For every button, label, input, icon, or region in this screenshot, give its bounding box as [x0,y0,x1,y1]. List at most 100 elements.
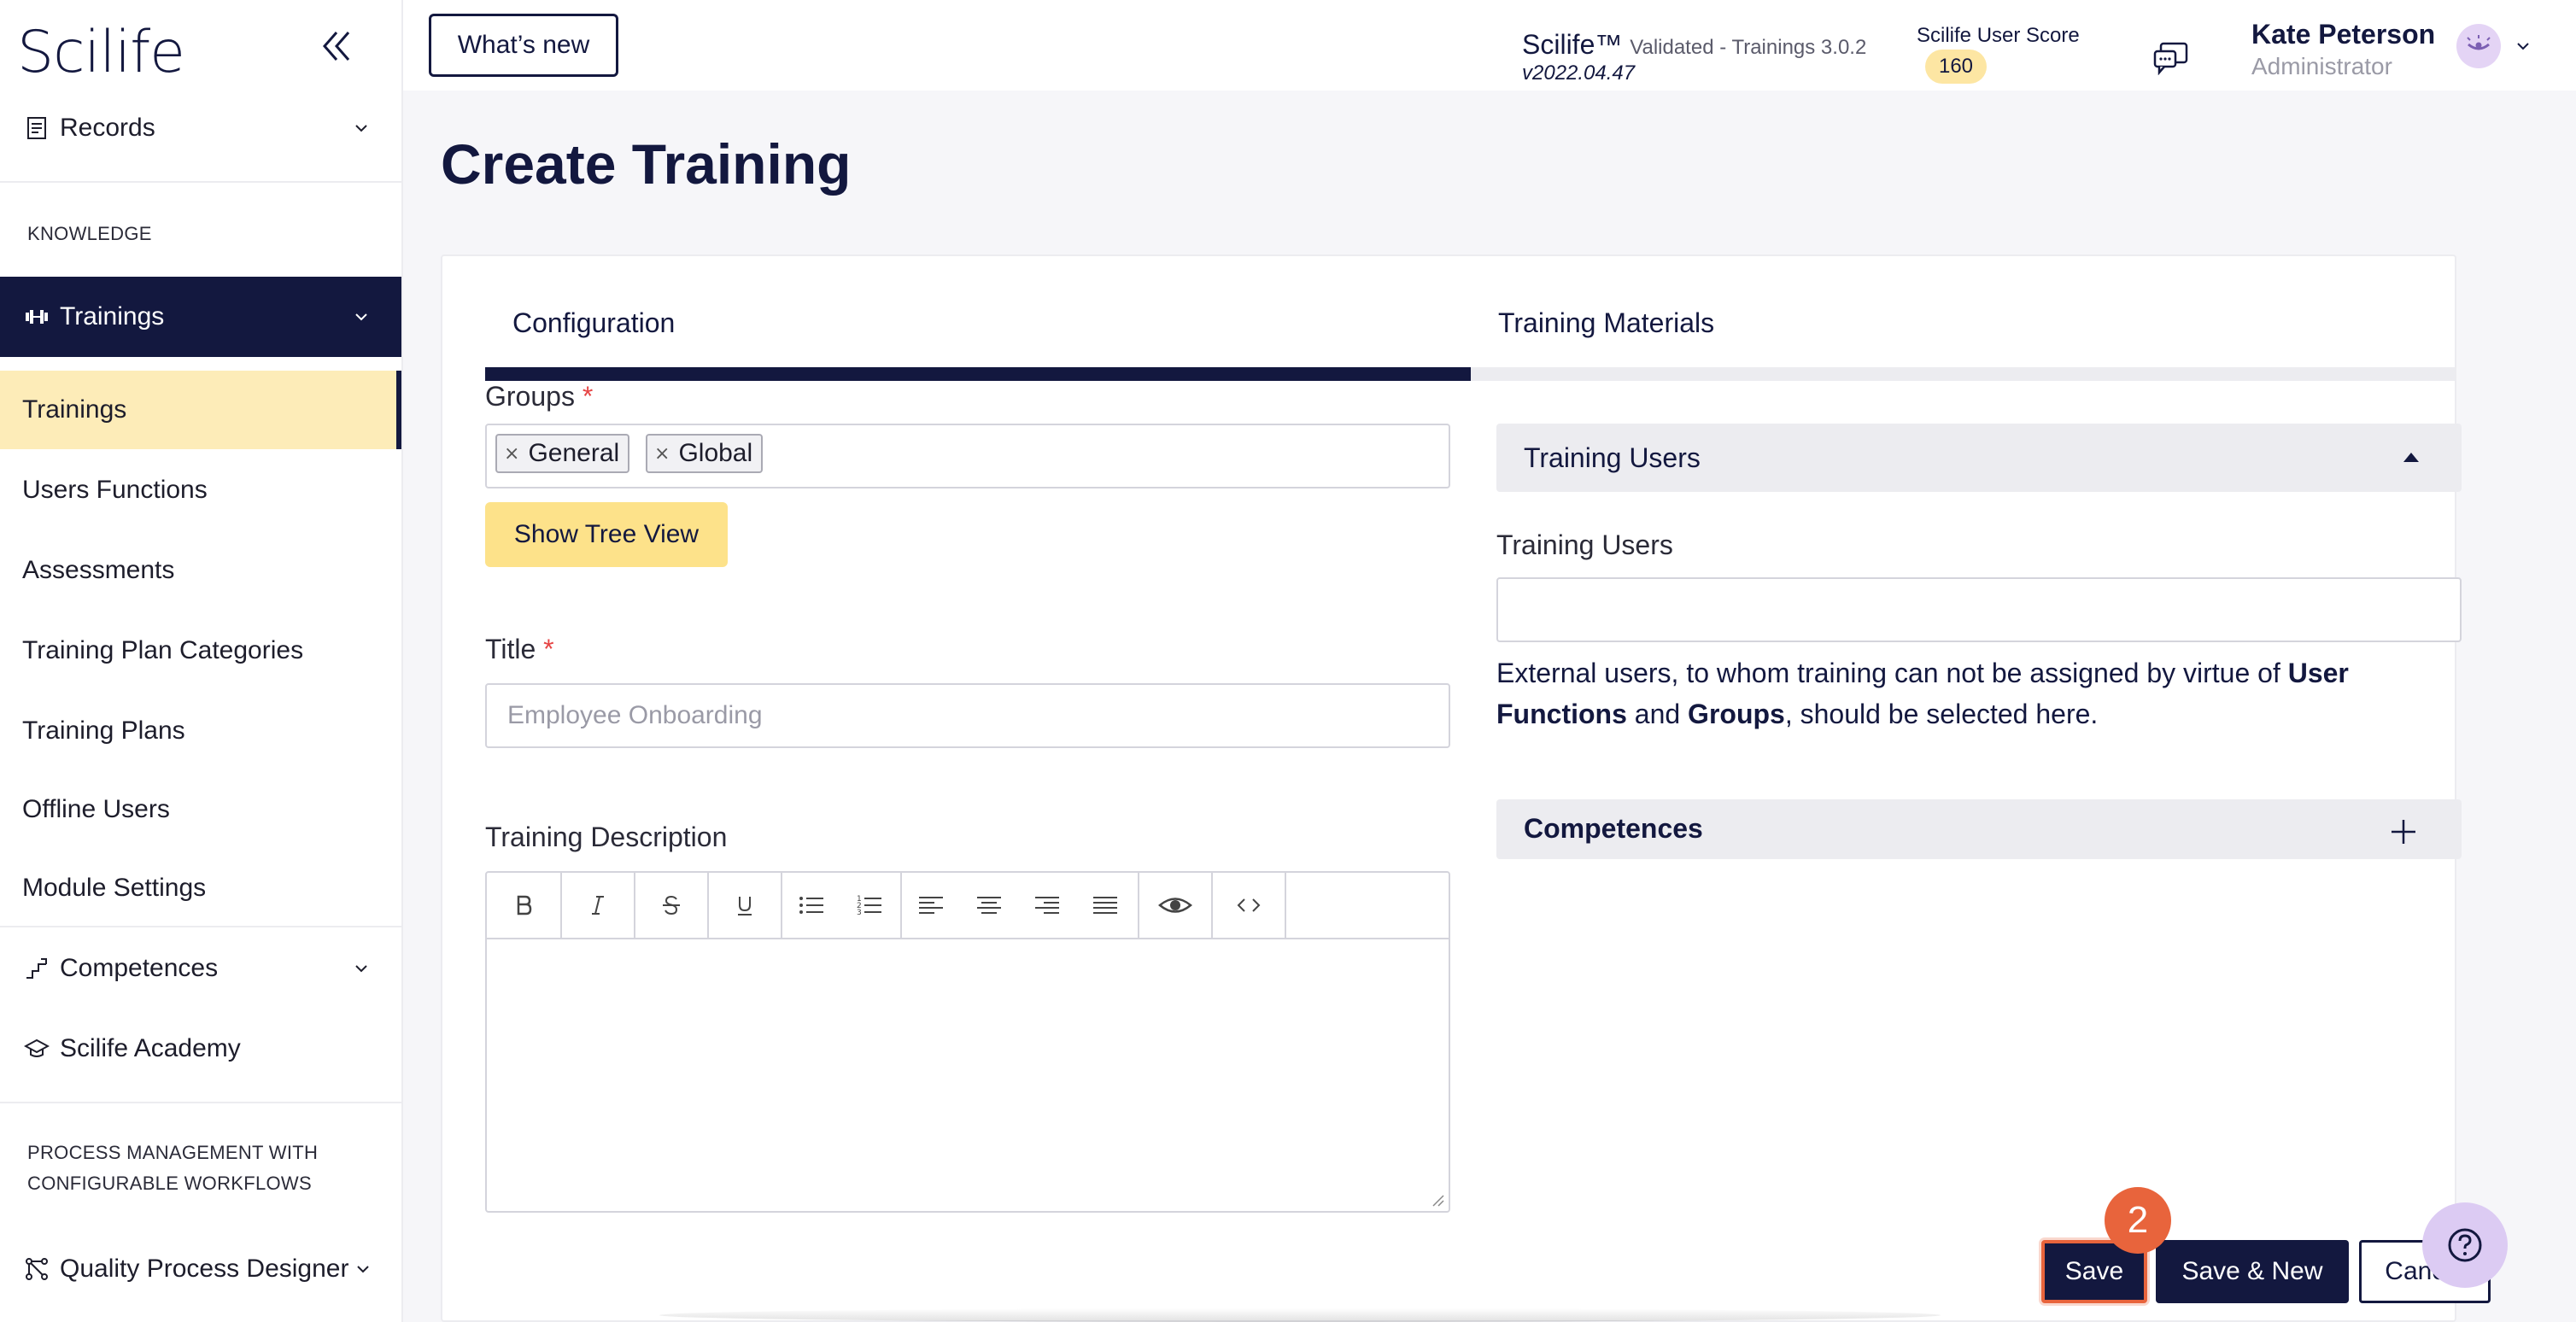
sidebar-item-records[interactable]: Records [0,106,401,150]
show-tree-view-button[interactable]: Show Tree View [485,502,728,567]
sidebar-sub-training-plan-categories[interactable]: Training Plan Categories [0,611,401,690]
help-text-bold: Groups [1688,699,1785,729]
toolbar-separator [1285,873,1286,938]
align-justify-button[interactable] [1076,873,1134,938]
page-title: Create Training [441,132,852,196]
align-center-icon [977,897,1001,914]
collapse-sidebar-icon[interactable] [318,26,359,67]
section-label-line: PROCESS MANAGEMENT WITH [27,1142,319,1163]
user-score-badge: 160 [1925,50,1987,84]
accordion-title: Training Users [1524,442,1701,473]
sidebar-sub-module-settings[interactable]: Module Settings [0,849,401,927]
question-mark-icon [2448,1228,2482,1262]
top-bar: What’s new Scilife™ Validated - Training… [403,0,2576,91]
bottom-shadow [659,1308,1941,1322]
strikethrough-icon [663,895,680,915]
sidebar-item-quality-process-designer[interactable]: Quality Process Designer [0,1247,401,1291]
group-chip-global: × Global [646,434,764,473]
sidebar-item-competences[interactable]: Competences [0,946,401,991]
sidebar-sub-training-plans[interactable]: Training Plans [0,692,401,770]
tab-indicator-active [485,367,1471,381]
tab-indicator-inactive [1471,367,2455,381]
italic-button[interactable] [562,873,634,938]
align-left-icon [919,897,943,914]
caret-up-icon [2403,453,2419,462]
accordion-title: Competences [1524,813,1703,844]
preview-button[interactable] [1139,873,1211,938]
product-name: Scilife™ [1522,29,1623,60]
sidebar-sub-trainings[interactable]: Trainings [0,371,401,449]
chip-label: Global [678,439,753,467]
training-users-help: External users, to whom training can not… [1496,652,2462,734]
competences-accordion[interactable]: Competences [1496,799,2462,859]
step-number-badge: 2 [2105,1187,2171,1254]
italic-icon [592,896,604,915]
user-name[interactable]: Kate Peterson [2251,19,2435,50]
sidebar-item-scilife-academy[interactable]: Scilife Academy [0,1027,401,1071]
help-text-part: External users, to whom training can not… [1496,658,2288,688]
product-info: Scilife™ Validated - Trainings 3.0.2 [1522,29,1866,61]
groups-multiselect[interactable]: × General × Global [485,424,1450,488]
tab-configuration[interactable]: Configuration [512,307,675,339]
sidebar-sub-assessments[interactable]: Assessments [0,531,401,610]
sidebar-item-label: Competences [60,954,219,982]
avatar[interactable] [2456,24,2501,68]
section-label-process-management: PROCESS MANAGEMENT WITH CONFIGURABLE WOR… [27,1138,318,1199]
sidebar-divider [0,1102,401,1103]
save-and-new-button[interactable]: Save & New [2156,1240,2349,1303]
numbered-list-button[interactable]: 123 [840,873,899,938]
align-right-button[interactable] [1018,873,1076,938]
chat-icon[interactable] [2152,41,2190,75]
chevron-down-icon [355,313,367,321]
bullet-list-button[interactable] [782,873,840,938]
code-icon [1237,898,1261,912]
tab-training-materials[interactable]: Training Materials [1498,307,1714,339]
training-users-accordion[interactable]: Training Users [1496,424,2462,492]
title-label-text: Title [485,634,536,664]
product-version: v2022.04.47 [1522,61,1636,85]
align-left-button[interactable] [902,873,960,938]
help-text-part: , should be selected here. [1784,699,2099,729]
sidebar-item-label: Scilife Academy [60,1034,241,1062]
sidebar-group-trainings[interactable]: Trainings [0,277,401,357]
training-users-input[interactable] [1496,577,2462,642]
required-mark: * [543,634,554,664]
underline-button[interactable] [709,873,781,938]
align-center-button[interactable] [960,873,1018,938]
whats-new-button[interactable]: What’s new [429,14,618,77]
bold-icon [517,895,532,915]
sidebar-sub-offline-users[interactable]: Offline Users [0,770,401,849]
competences-icon [26,958,47,979]
resize-grip-icon[interactable] [1430,1192,1445,1208]
group-chip-general: × General [495,434,630,473]
chevron-down-icon [355,125,367,132]
sidebar: Scilife Records KNOWLEDGE Trainings Trai… [0,0,403,1322]
chevron-down-icon[interactable] [2515,39,2532,53]
description-textarea[interactable] [487,939,1449,1211]
dumbbell-icon [26,310,48,324]
remove-chip-icon[interactable]: × [654,443,670,465]
section-label-line: CONFIGURABLE WORKFLOWS [27,1173,312,1194]
align-right-icon [1035,897,1059,914]
user-role: Administrator [2251,53,2392,79]
bold-button[interactable] [487,873,560,938]
help-button[interactable] [2422,1202,2508,1288]
sidebar-divider [0,926,401,927]
graduation-cap-icon [24,1038,50,1057]
sidebar-sub-users-functions[interactable]: Users Functions [0,451,401,529]
strikethrough-button[interactable] [635,873,707,938]
bullet-list-icon [799,897,823,914]
required-mark: * [582,381,594,412]
scilife-logo[interactable]: Scilife [17,19,185,86]
title-input[interactable] [485,683,1450,748]
svg-text:3: 3 [857,909,862,917]
editor-toolbar: 123 [487,873,1449,939]
groups-label-text: Groups [485,381,575,412]
section-label-knowledge: KNOWLEDGE [27,223,152,244]
remove-chip-icon[interactable]: × [504,443,519,465]
avatar-face-icon [2467,35,2491,50]
groups-label: Groups * [485,381,593,412]
eye-icon [1158,898,1192,913]
source-code-button[interactable] [1213,873,1285,938]
sidebar-divider [0,181,401,183]
